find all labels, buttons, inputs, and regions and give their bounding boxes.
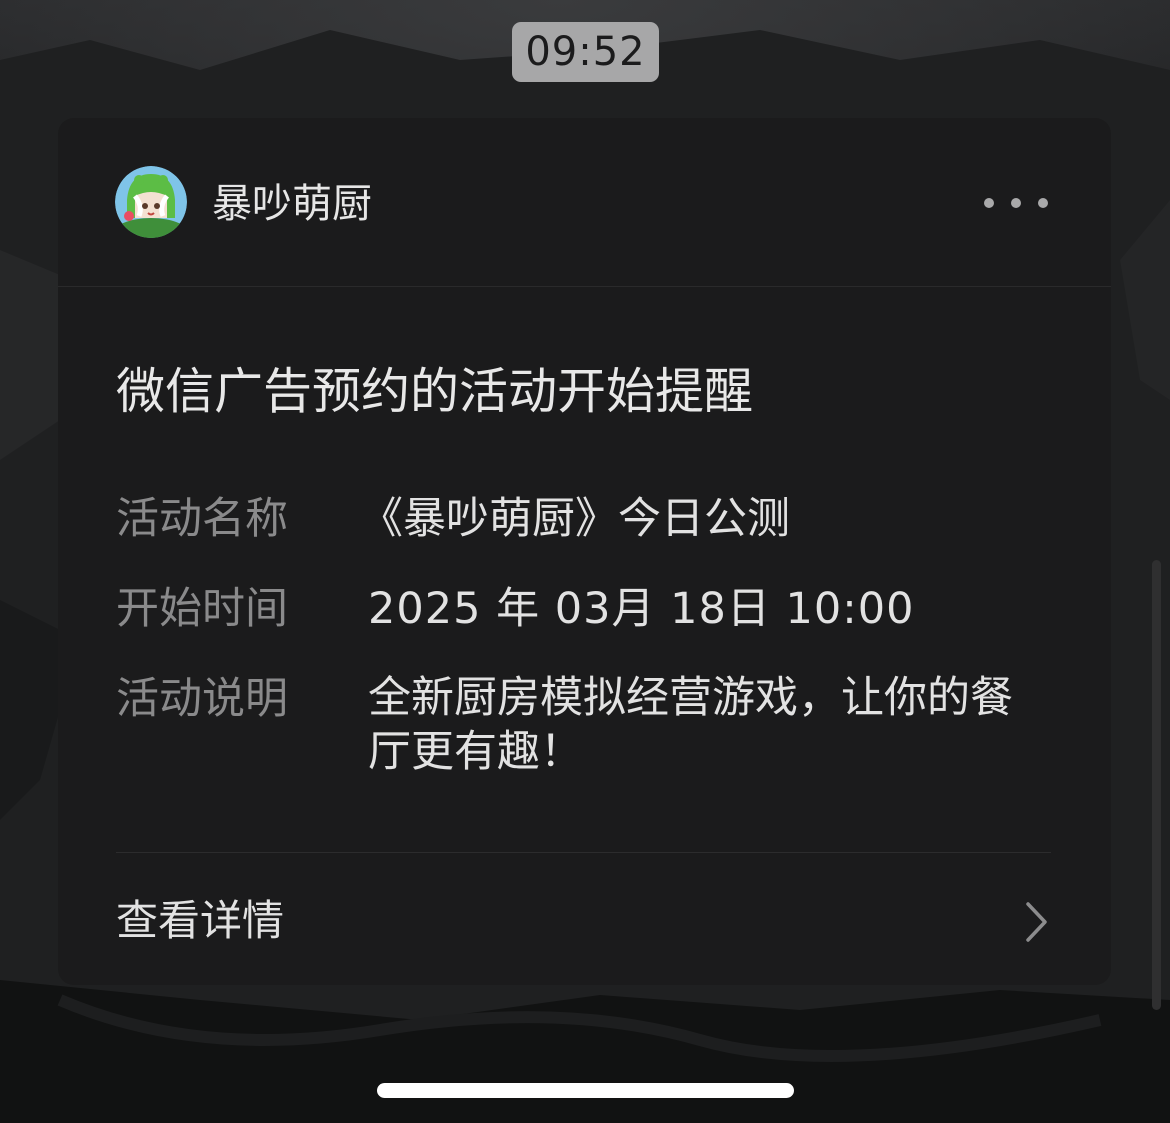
more-dot — [1011, 198, 1021, 208]
more-options-button[interactable] — [984, 186, 1048, 220]
field-row-description: 活动说明 全新厨房模拟经营游戏，让你的餐厅更有趣！ — [116, 671, 1056, 787]
field-value: 2025 年 03月 18日 10:00 — [368, 584, 915, 634]
field-row-start-time: 开始时间 2025 年 03月 18日 10:00 — [116, 581, 1056, 637]
game-avatar-icon — [115, 166, 187, 238]
field-row-activity-name: 活动名称 《暴吵萌厨》今日公测 — [116, 491, 1056, 547]
field-value: 《暴吵萌厨》今日公测 — [360, 494, 790, 544]
notification-title: 微信广告预约的活动开始提醒 — [116, 363, 754, 420]
field-label: 活动说明 — [116, 674, 288, 724]
field-label: 开始时间 — [116, 584, 288, 634]
field-value: 全新厨房模拟经营游戏，让你的餐厅更有趣！ — [368, 673, 1013, 777]
field-label: 活动名称 — [116, 494, 288, 544]
view-details-label: 查看详情 — [116, 896, 285, 945]
home-indicator[interactable] — [377, 1083, 794, 1098]
view-details-link[interactable]: 查看详情 — [58, 853, 1111, 985]
card-header: 暴吵萌厨 — [58, 118, 1111, 287]
scrollbar[interactable] — [1152, 560, 1161, 1010]
app-name: 暴吵萌厨 — [212, 181, 372, 227]
notification-card: 暴吵萌厨 微信广告预约的活动开始提醒 活动名称 《暴吵萌厨》今日公测 开始时间 … — [58, 118, 1111, 985]
lock-screen: 09:52 暴吵萌厨 微信广告预约的活动开始提醒 活动名称 《暴吵萌厨》今日公测… — [0, 0, 1170, 1123]
more-dots-icon — [984, 198, 994, 208]
chevron-right-icon — [1026, 902, 1047, 942]
status-time: 09:52 — [512, 22, 659, 82]
more-dot — [1038, 198, 1048, 208]
